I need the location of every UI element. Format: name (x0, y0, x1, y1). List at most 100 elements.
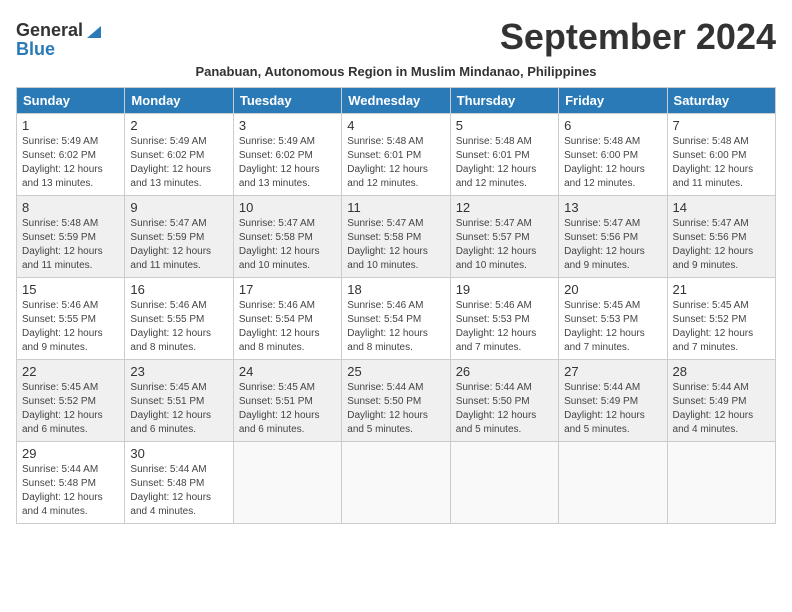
day-info: Sunrise: 5:44 AMSunset: 5:50 PMDaylight:… (456, 381, 553, 437)
col-wednesday: Wednesday (342, 88, 450, 114)
col-saturday: Saturday (667, 88, 775, 114)
table-row: 3 Sunrise: 5:49 AMSunset: 6:02 PMDaylight… (233, 114, 341, 196)
table-row: 25 Sunrise: 5:44 AMSunset: 5:50 PMDayligh… (342, 360, 450, 442)
col-friday: Friday (559, 88, 667, 114)
table-row: 10Sunrise: 5:47 AMSunset: 5:58 PMDayligh… (233, 196, 341, 278)
day-info: Sunrise: 5:45 AMSunset: 5:51 PMDaylight:… (130, 381, 227, 437)
table-row (233, 442, 341, 524)
day-info: Sunrise: 5:44 AMSunset: 5:50 PMDaylight:… (347, 381, 444, 437)
day-info: Sunrise: 5:46 AMSunset: 5:54 PMDaylight:… (347, 299, 444, 355)
col-monday: Monday (125, 88, 233, 114)
day-number: 30 (130, 446, 227, 461)
day-number: 21 (673, 282, 770, 297)
table-row: 12 Sunrise: 5:47 AMSunset: 5:57 PMDayligh… (450, 196, 558, 278)
day-info: Sunrise: 5:45 AMSunset: 5:52 PMDaylight:… (22, 381, 119, 437)
day-number: 9 (130, 200, 227, 215)
table-row: 1Sunrise: 5:49 AMSunset: 6:02 PMDaylight… (17, 114, 125, 196)
table-row: 15 Sunrise: 5:46 AMSunset: 5:55 PMDayligh… (17, 278, 125, 360)
day-info: Sunrise: 5:48 AMSunset: 6:01 PMDaylight:… (347, 135, 444, 191)
table-row: 23 Sunrise: 5:45 AMSunset: 5:51 PMDayligh… (125, 360, 233, 442)
table-row (667, 442, 775, 524)
day-number: 12 (456, 200, 553, 215)
day-info: Sunrise: 5:48 AMSunset: 5:59 PMDaylight:… (22, 217, 119, 273)
day-info: Sunrise: 5:46 AMSunset: 5:54 PMDaylight:… (239, 299, 336, 355)
calendar-table: Sunday Monday Tuesday Wednesday Thursday… (16, 87, 776, 524)
table-row: 5Sunrise: 5:48 AMSunset: 6:01 PMDaylight… (450, 114, 558, 196)
calendar-header-row: Sunday Monday Tuesday Wednesday Thursday… (17, 88, 776, 114)
logo-blue-text: Blue (16, 39, 55, 60)
table-row: 17Sunrise: 5:46 AMSunset: 5:54 PMDayligh… (233, 278, 341, 360)
day-number: 3 (239, 118, 336, 133)
day-info: Sunrise: 5:49 AMSunset: 6:02 PMDaylight:… (239, 135, 336, 191)
day-number: 29 (22, 446, 119, 461)
day-number: 16 (130, 282, 227, 297)
day-info: Sunrise: 5:47 AMSunset: 5:56 PMDaylight:… (673, 217, 770, 273)
table-row: 20Sunrise: 5:45 AMSunset: 5:53 PMDayligh… (559, 278, 667, 360)
page-header: General Blue September 2024 (16, 16, 776, 60)
day-number: 28 (673, 364, 770, 379)
day-number: 23 (130, 364, 227, 379)
day-info: Sunrise: 5:46 AMSunset: 5:53 PMDaylight:… (456, 299, 553, 355)
logo-general-text: General (16, 20, 83, 41)
logo-triangle-icon (85, 22, 103, 40)
day-info: Sunrise: 5:46 AMSunset: 5:55 PMDaylight:… (22, 299, 119, 355)
table-row: 16 Sunrise: 5:46 AMSunset: 5:55 PMDayligh… (125, 278, 233, 360)
table-row: 13 Sunrise: 5:47 AMSunset: 5:56 PMDayligh… (559, 196, 667, 278)
month-title: September 2024 (103, 16, 776, 58)
day-number: 8 (22, 200, 119, 215)
day-info: Sunrise: 5:44 AMSunset: 5:49 PMDaylight:… (673, 381, 770, 437)
day-number: 7 (673, 118, 770, 133)
day-number: 24 (239, 364, 336, 379)
day-number: 25 (347, 364, 444, 379)
day-info: Sunrise: 5:47 AMSunset: 5:59 PMDaylight:… (130, 217, 227, 273)
day-info: Sunrise: 5:47 AMSunset: 5:58 PMDaylight:… (347, 217, 444, 273)
day-number: 6 (564, 118, 661, 133)
table-row: 27 Sunrise: 5:44 AMSunset: 5:49 PMDayligh… (559, 360, 667, 442)
table-row: 6 Sunrise: 5:48 AMSunset: 6:00 PMDaylight… (559, 114, 667, 196)
day-number: 13 (564, 200, 661, 215)
day-number: 27 (564, 364, 661, 379)
table-row: 7 Sunrise: 5:48 AMSunset: 6:00 PMDaylight… (667, 114, 775, 196)
table-row (559, 442, 667, 524)
table-row: 11 Sunrise: 5:47 AMSunset: 5:58 PMDayligh… (342, 196, 450, 278)
table-row: 2Sunrise: 5:49 AMSunset: 6:02 PMDaylight… (125, 114, 233, 196)
day-number: 5 (456, 118, 553, 133)
table-row: 9 Sunrise: 5:47 AMSunset: 5:59 PMDaylight… (125, 196, 233, 278)
day-info: Sunrise: 5:48 AMSunset: 6:00 PMDaylight:… (673, 135, 770, 191)
day-number: 2 (130, 118, 227, 133)
col-sunday: Sunday (17, 88, 125, 114)
day-number: 11 (347, 200, 444, 215)
table-row (342, 442, 450, 524)
day-number: 26 (456, 364, 553, 379)
table-row: 29 Sunrise: 5:44 AMSunset: 5:48 PMDayligh… (17, 442, 125, 524)
table-row: 22 Sunrise: 5:45 AMSunset: 5:52 PMDayligh… (17, 360, 125, 442)
day-info: Sunrise: 5:44 AMSunset: 5:48 PMDaylight:… (22, 463, 119, 519)
table-row: 18 Sunrise: 5:46 AMSunset: 5:54 PMDayligh… (342, 278, 450, 360)
table-row: 4 Sunrise: 5:48 AMSunset: 6:01 PMDaylight… (342, 114, 450, 196)
day-info: Sunrise: 5:47 AMSunset: 5:58 PMDaylight:… (239, 217, 336, 273)
day-info: Sunrise: 5:49 AMSunset: 6:02 PMDaylight:… (22, 135, 119, 191)
day-info: Sunrise: 5:46 AMSunset: 5:55 PMDaylight:… (130, 299, 227, 355)
day-info: Sunrise: 5:48 AMSunset: 6:00 PMDaylight:… (564, 135, 661, 191)
day-info: Sunrise: 5:44 AMSunset: 5:49 PMDaylight:… (564, 381, 661, 437)
table-row: 19 Sunrise: 5:46 AMSunset: 5:53 PMDayligh… (450, 278, 558, 360)
table-row: 8 Sunrise: 5:48 AMSunset: 5:59 PMDaylight… (17, 196, 125, 278)
calendar-subtitle: Panabuan, Autonomous Region in Muslim Mi… (16, 64, 776, 79)
table-row: 26 Sunrise: 5:44 AMSunset: 5:50 PMDayligh… (450, 360, 558, 442)
table-row: 30 Sunrise: 5:44 AMSunset: 5:48 PMDayligh… (125, 442, 233, 524)
col-tuesday: Tuesday (233, 88, 341, 114)
day-info: Sunrise: 5:44 AMSunset: 5:48 PMDaylight:… (130, 463, 227, 519)
day-number: 14 (673, 200, 770, 215)
day-number: 18 (347, 282, 444, 297)
day-number: 4 (347, 118, 444, 133)
table-row: 28 Sunrise: 5:44 AMSunset: 5:49 PMDayligh… (667, 360, 775, 442)
day-number: 22 (22, 364, 119, 379)
day-info: Sunrise: 5:47 AMSunset: 5:57 PMDaylight:… (456, 217, 553, 273)
day-number: 15 (22, 282, 119, 297)
day-number: 19 (456, 282, 553, 297)
col-thursday: Thursday (450, 88, 558, 114)
table-row: 21Sunrise: 5:45 AMSunset: 5:52 PMDayligh… (667, 278, 775, 360)
day-info: Sunrise: 5:47 AMSunset: 5:56 PMDaylight:… (564, 217, 661, 273)
table-row: 24Sunrise: 5:45 AMSunset: 5:51 PMDayligh… (233, 360, 341, 442)
day-info: Sunrise: 5:45 AMSunset: 5:53 PMDaylight:… (564, 299, 661, 355)
